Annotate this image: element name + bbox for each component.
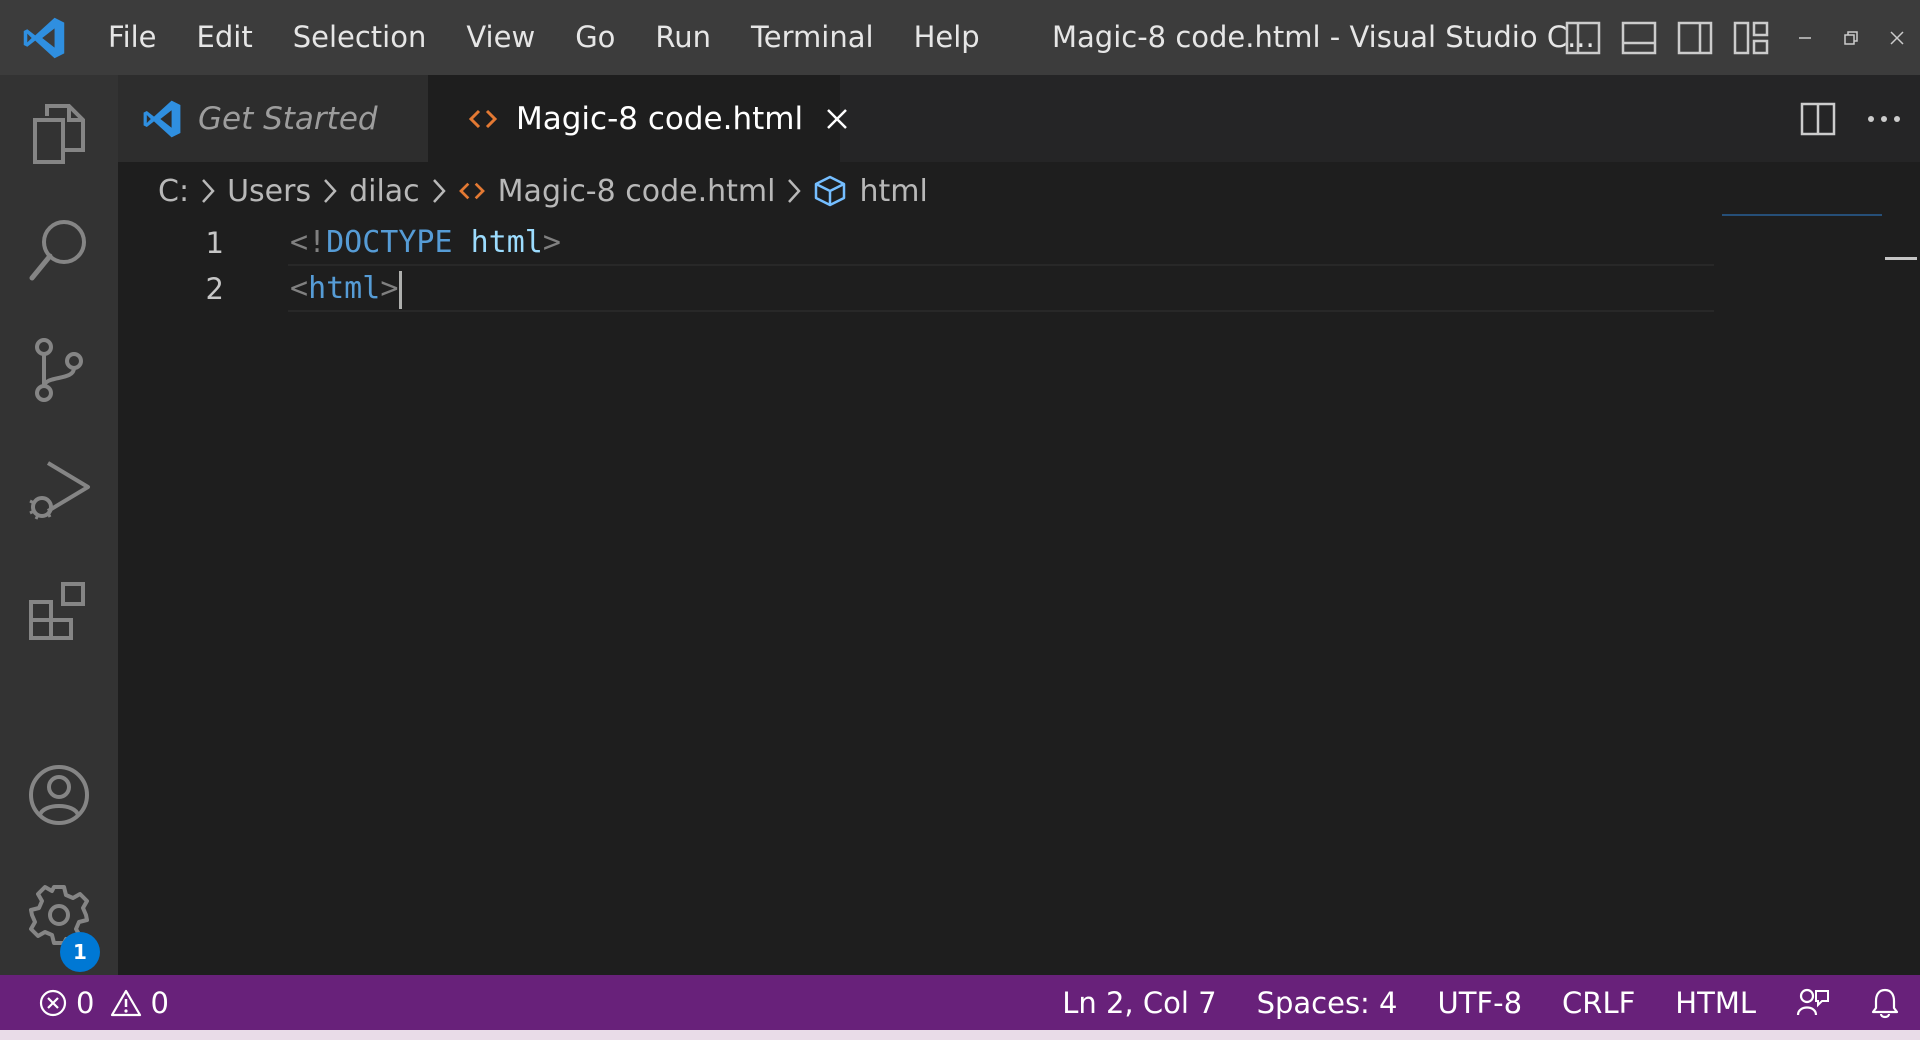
layout-controls: [1562, 0, 1772, 75]
source-control-icon[interactable]: [0, 315, 118, 425]
code-text: <!DOCTYPE html>: [290, 220, 561, 266]
extensions-icon[interactable]: [0, 555, 118, 665]
line-number: 1: [205, 226, 224, 260]
activity-bar: 1: [0, 75, 118, 975]
tab-bar: Get Started Magic-8 code.html: [118, 75, 1920, 162]
html-file-icon: [458, 180, 486, 202]
taskbar-edge: [0, 1030, 1920, 1040]
code-line: 1 <!DOCTYPE html>: [118, 220, 1718, 266]
title-bar: File Edit Selection View Go Run Terminal…: [0, 0, 1920, 75]
code-editor[interactable]: 1 <!DOCTYPE html> 2 <html>: [118, 220, 1920, 975]
minimap[interactable]: [1722, 214, 1882, 220]
explorer-icon[interactable]: [0, 79, 118, 189]
breadcrumb-file-label: Magic-8 code.html: [497, 173, 776, 209]
error-icon: [38, 988, 68, 1018]
code-line: 2 <html>: [118, 266, 1718, 312]
chevron-right-icon: [787, 178, 802, 204]
warning-icon: [110, 988, 142, 1018]
language-mode[interactable]: HTML: [1655, 975, 1776, 1030]
error-count: 0: [76, 985, 95, 1020]
accounts-icon[interactable]: [0, 740, 118, 850]
toggle-panel-icon[interactable]: [1618, 17, 1660, 59]
chevron-right-icon: [323, 178, 337, 204]
chevron-right-icon: [201, 178, 215, 204]
split-editor-icon[interactable]: [1800, 102, 1836, 136]
breadcrumb-drive[interactable]: C:: [158, 174, 189, 209]
toggle-secondary-sidebar-icon[interactable]: [1674, 17, 1716, 59]
problems-indicator[interactable]: 0 0: [38, 975, 169, 1030]
breadcrumb-dilac[interactable]: dilac: [349, 174, 420, 209]
breadcrumb: C: Users dilac Magic-8 code.html html: [158, 162, 928, 220]
warning-count: 0: [150, 985, 169, 1020]
token-bracket: <!: [290, 225, 327, 260]
minimize-icon[interactable]: [1782, 0, 1828, 75]
manage-gear-icon[interactable]: 1: [0, 860, 118, 972]
token-tag: html: [308, 271, 381, 306]
more-actions-icon[interactable]: [1866, 114, 1902, 124]
token-bracket: >: [542, 225, 561, 260]
toggle-primary-sidebar-icon[interactable]: [1562, 17, 1604, 59]
breadcrumb-symbol-label: html: [859, 173, 928, 209]
vscode-logo-icon: [0, 0, 88, 75]
breadcrumb-symbol[interactable]: html: [813, 173, 928, 209]
tab-label: Get Started: [198, 100, 378, 137]
tab-magic-8-code-html[interactable]: Magic-8 code.html: [428, 75, 847, 162]
cursor-position[interactable]: Ln 2, Col 7: [1042, 975, 1236, 1030]
menu-file[interactable]: File: [88, 0, 177, 75]
window-title: Magic-8 code.html - Visual Studio C...: [1052, 20, 1595, 54]
menu-selection[interactable]: Selection: [273, 0, 447, 75]
scrollbar-cursor-marker: [1885, 257, 1917, 260]
end-of-line[interactable]: CRLF: [1542, 975, 1655, 1030]
customize-layout-icon[interactable]: [1730, 17, 1772, 59]
status-right-group: Ln 2, Col 7 Spaces: 4 UTF-8 CRLF HTML: [1042, 975, 1920, 1030]
token-bracket: <: [290, 271, 309, 306]
menu-terminal[interactable]: Terminal: [731, 0, 894, 75]
html-file-icon: [468, 107, 498, 131]
breadcrumb-users[interactable]: Users: [227, 174, 311, 209]
minimap-line: [1722, 214, 1882, 216]
line-number: 2: [205, 272, 224, 306]
token-attribute: html: [470, 225, 543, 260]
close-icon[interactable]: [825, 104, 849, 134]
menu-run[interactable]: Run: [635, 0, 731, 75]
indentation[interactable]: Spaces: 4: [1237, 975, 1418, 1030]
restore-icon[interactable]: [1828, 0, 1874, 75]
window-controls: [1782, 0, 1920, 75]
vscode-tab-logo-icon: [142, 99, 182, 139]
status-bar: 0 0 Ln 2, Col 7 Spaces: 4 UTF-8 CRLF HTM…: [0, 975, 1920, 1030]
token-keyword: DOCTYPE: [326, 225, 453, 260]
token-bracket: >: [380, 271, 399, 306]
breadcrumb-file[interactable]: Magic-8 code.html: [458, 173, 776, 209]
tab-get-started[interactable]: Get Started: [118, 75, 428, 162]
feedback-icon[interactable]: [1776, 975, 1850, 1030]
run-debug-icon[interactable]: [0, 435, 118, 545]
settings-badge: 1: [60, 932, 100, 972]
menu-bar: File Edit Selection View Go Run Terminal…: [88, 0, 1000, 75]
menu-edit[interactable]: Edit: [177, 0, 273, 75]
encoding[interactable]: UTF-8: [1418, 975, 1543, 1030]
code-text: <html>: [290, 266, 403, 312]
menu-help[interactable]: Help: [894, 0, 1000, 75]
symbol-cube-icon: [813, 174, 847, 208]
menu-go[interactable]: Go: [555, 0, 635, 75]
tab-label: Magic-8 code.html: [516, 100, 804, 137]
menu-view[interactable]: View: [446, 0, 555, 75]
chevron-right-icon: [432, 178, 446, 204]
search-icon[interactable]: [0, 195, 118, 305]
editor-actions: [1800, 75, 1902, 162]
notifications-bell-icon[interactable]: [1850, 975, 1920, 1030]
text-cursor: [399, 270, 403, 309]
close-window-icon[interactable]: [1874, 0, 1920, 75]
